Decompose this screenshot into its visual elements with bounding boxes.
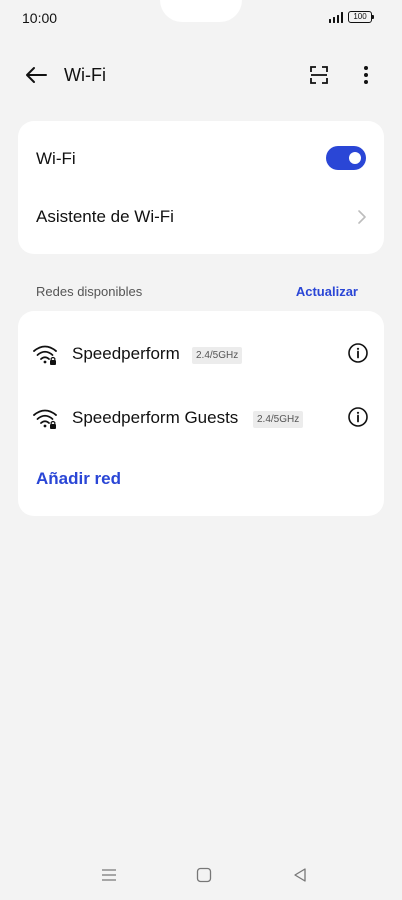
camera-notch xyxy=(160,0,242,22)
back-button[interactable] xyxy=(20,61,52,89)
refresh-button[interactable]: Actualizar xyxy=(296,284,358,299)
wifi-signal-icon xyxy=(33,409,57,429)
toggle-knob xyxy=(349,152,361,164)
add-network-button[interactable]: Añadir red xyxy=(36,469,121,489)
status-indicators: 100 xyxy=(328,11,374,23)
networks-card: Speedperform 2.4/5GHz Speedperform Guest… xyxy=(18,311,384,516)
battery-icon: 100 xyxy=(348,11,374,23)
qr-scan-icon xyxy=(310,66,328,84)
wifi-settings-card: Wi-Fi Asistente de Wi-Fi xyxy=(18,121,384,254)
back-triangle-icon xyxy=(294,868,306,882)
network-band-badge: 2.4/5GHz xyxy=(253,411,304,428)
arrow-left-icon xyxy=(26,67,47,83)
more-vertical-icon xyxy=(364,66,368,84)
info-icon[interactable] xyxy=(346,341,370,365)
network-item[interactable]: Speedperform 2.4/5GHz xyxy=(18,329,384,379)
wifi-toggle-row[interactable]: Wi-Fi xyxy=(18,131,384,187)
home-button[interactable] xyxy=(193,864,215,886)
info-icon[interactable] xyxy=(346,405,370,429)
wifi-assistant-label: Asistente de Wi-Fi xyxy=(36,207,174,226)
app-header: Wi-Fi xyxy=(0,52,402,98)
wifi-toggle[interactable] xyxy=(326,146,366,170)
wifi-signal-icon xyxy=(33,345,57,365)
wifi-assistant-row[interactable]: Asistente de Wi-Fi xyxy=(18,189,384,245)
recent-apps-button[interactable] xyxy=(98,864,120,886)
chevron-right-icon xyxy=(358,210,366,224)
signal-icon xyxy=(328,11,343,23)
more-options-button[interactable] xyxy=(350,61,382,89)
network-name: Speedperform xyxy=(72,344,180,363)
back-nav-button[interactable] xyxy=(289,864,311,886)
system-nav-bar xyxy=(0,858,402,892)
wifi-label: Wi-Fi xyxy=(36,149,76,168)
network-name: Speedperform Guests xyxy=(72,408,239,427)
network-item[interactable]: Speedperform Guests 2.4/5GHz xyxy=(18,393,384,443)
status-time: 10:00 xyxy=(22,10,58,26)
page-title: Wi-Fi xyxy=(64,65,106,85)
network-band-badge: 2.4/5GHz xyxy=(192,347,243,364)
available-networks-label: Redes disponibles xyxy=(36,284,143,299)
home-square-icon xyxy=(196,867,212,883)
status-bar: 10:00 100 xyxy=(0,0,402,38)
battery-level: 100 xyxy=(353,12,367,21)
scan-button[interactable] xyxy=(303,61,335,89)
menu-icon xyxy=(102,869,116,881)
